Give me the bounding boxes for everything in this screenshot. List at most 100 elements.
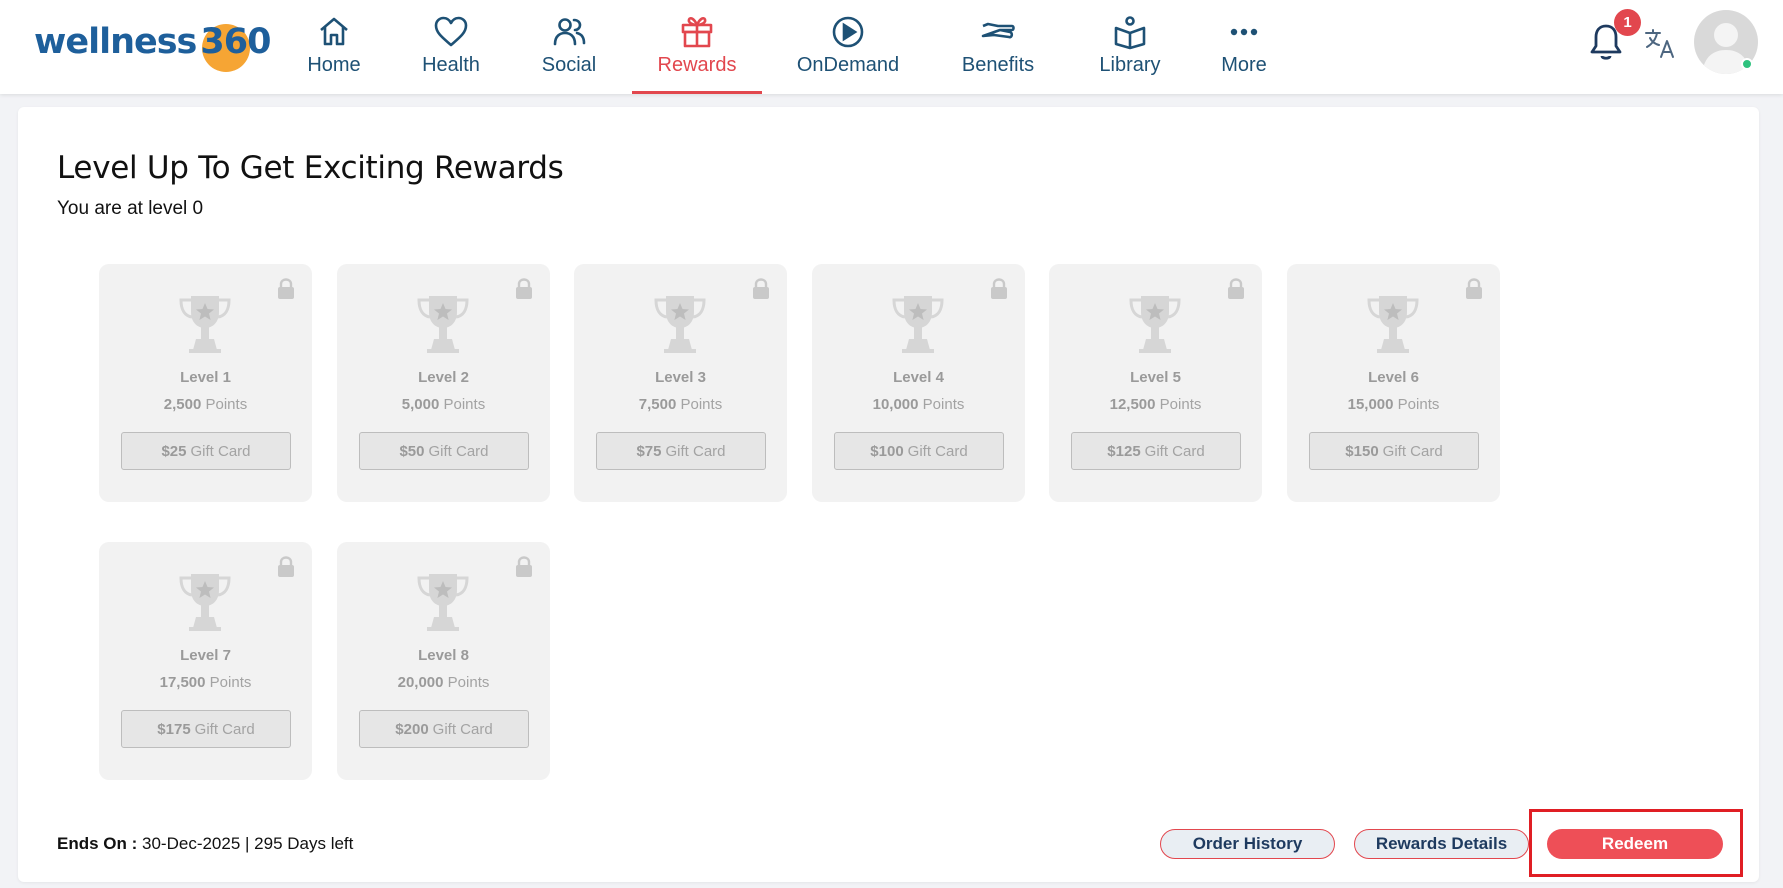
more-dots-icon [1230,28,1258,36]
points-value: 2,500 [163,396,202,413]
level-tile-5: Level 5 12,500 Points $125 Gift Card [1049,264,1262,502]
level-name: Level 3 [655,369,706,386]
nav-social[interactable]: Social [537,0,601,94]
gift-reward-label: Gift Card [432,720,493,738]
wellness360-logo[interactable]: wellness 360 [34,14,271,72]
translate-icon[interactable] [1643,26,1677,60]
gift-card-button[interactable]: $200 Gift Card [359,710,529,748]
ends-on-value: 30-Dec-2025 | 295 Days left [142,834,354,853]
online-status-dot [1741,58,1753,70]
trophy-icon [1129,296,1181,353]
gift-amount: $150 [1345,442,1379,460]
level-points: 12,500 Points [1049,396,1262,413]
level-name: Level 2 [418,369,469,386]
lock-icon [516,278,532,299]
gift-reward-label: Gift Card [194,720,255,738]
level-points: 10,000 Points [812,396,1025,413]
logo-word: wellness [34,22,197,62]
nav-library[interactable]: Library [1096,0,1164,94]
level-name: Level 4 [893,369,944,386]
points-value: 5,000 [401,396,440,413]
points-unit: Points [1397,396,1440,413]
trophy-icon [179,574,231,631]
gift-icon [681,16,713,48]
gift-card-button[interactable]: $175 Gift Card [121,710,291,748]
lock-icon [1228,278,1244,299]
nav-label: Health [422,54,480,76]
trophy-icon [654,296,706,353]
nav-label: Rewards [657,54,737,76]
points-value: 7,500 [638,396,677,413]
level-points: 2,500 Points [99,396,312,413]
gift-card-button[interactable]: $75 Gift Card [596,432,766,470]
points-unit: Points [443,396,486,413]
nav-rewards[interactable]: Rewards [632,0,762,94]
trophy-icon [1367,296,1419,353]
level-tile-3: Level 3 7,500 Points $75 Gift Card [574,264,787,502]
ends-on-label: Ends On : [57,834,138,853]
book-icon [1114,16,1146,50]
gift-amount: $100 [870,442,904,460]
gift-reward-label: Gift Card [1382,442,1443,460]
trophy-icon [417,574,469,631]
gift-amount: $200 [395,720,429,738]
order-history-button[interactable]: Order History [1160,829,1335,859]
gift-card-button[interactable]: $125 Gift Card [1071,432,1241,470]
top-navigation-bar: wellness 360 Home Health Social Rewards [0,0,1783,94]
lock-icon [278,556,294,577]
logo-number: 360 [196,22,271,72]
nav-label: Social [541,54,597,76]
level-tile-8: Level 8 20,000 Points $200 Gift Card [337,542,550,780]
gift-reward-label: Gift Card [907,442,968,460]
nav-home[interactable]: Home [298,0,370,94]
level-points: 5,000 Points [337,396,550,413]
trophy-icon [179,296,231,353]
nav-more[interactable]: More [1218,0,1270,94]
gift-card-button[interactable]: $150 Gift Card [1309,432,1479,470]
gift-card-button[interactable]: $100 Gift Card [834,432,1004,470]
lock-icon [278,278,294,299]
level-name: Level 7 [180,647,231,664]
level-points: 15,000 Points [1287,396,1500,413]
level-name: Level 6 [1368,369,1419,386]
notification-badge: 1 [1614,9,1641,36]
points-unit: Points [447,674,490,691]
page-title: Level Up To Get Exciting Rewards [57,150,564,186]
level-points: 7,500 Points [574,396,787,413]
points-value: 17,500 [159,674,206,691]
redeem-button[interactable]: Redeem [1547,829,1723,859]
level-points: 20,000 Points [337,674,550,691]
gift-amount: $25 [161,442,187,460]
lock-icon [516,556,532,577]
lock-icon [753,278,769,299]
nav-label: More [1221,54,1267,76]
trophy-icon [417,296,469,353]
gift-amount: $175 [157,720,191,738]
points-value: 15,000 [1347,396,1394,413]
points-value: 10,000 [872,396,919,413]
nav-label: Benefits [961,54,1035,76]
level-name: Level 5 [1130,369,1181,386]
nav-benefits[interactable]: Benefits [958,0,1038,94]
level-tile-1: Level 1 2,500 Points $25 Gift Card [99,264,312,502]
nav-health[interactable]: Health [416,0,486,94]
hand-icon [981,22,1015,39]
current-level-text: You are at level 0 [57,198,204,219]
rewards-details-button[interactable]: Rewards Details [1354,829,1529,859]
heart-icon [434,16,468,47]
gift-card-button[interactable]: $50 Gift Card [359,432,529,470]
level-tile-2: Level 2 5,000 Points $50 Gift Card [337,264,550,502]
gift-amount: $125 [1107,442,1141,460]
level-name: Level 8 [418,647,469,664]
points-unit: Points [680,396,723,413]
nav-label: Library [1099,54,1161,76]
gift-amount: $50 [399,442,425,460]
points-value: 20,000 [397,674,444,691]
lock-icon [991,278,1007,299]
points-value: 12,500 [1109,396,1156,413]
home-icon [320,17,348,46]
nav-ondemand[interactable]: OnDemand [795,0,901,94]
play-circle-icon [832,16,864,48]
level-name: Level 1 [180,369,231,386]
gift-card-button[interactable]: $25 Gift Card [121,432,291,470]
